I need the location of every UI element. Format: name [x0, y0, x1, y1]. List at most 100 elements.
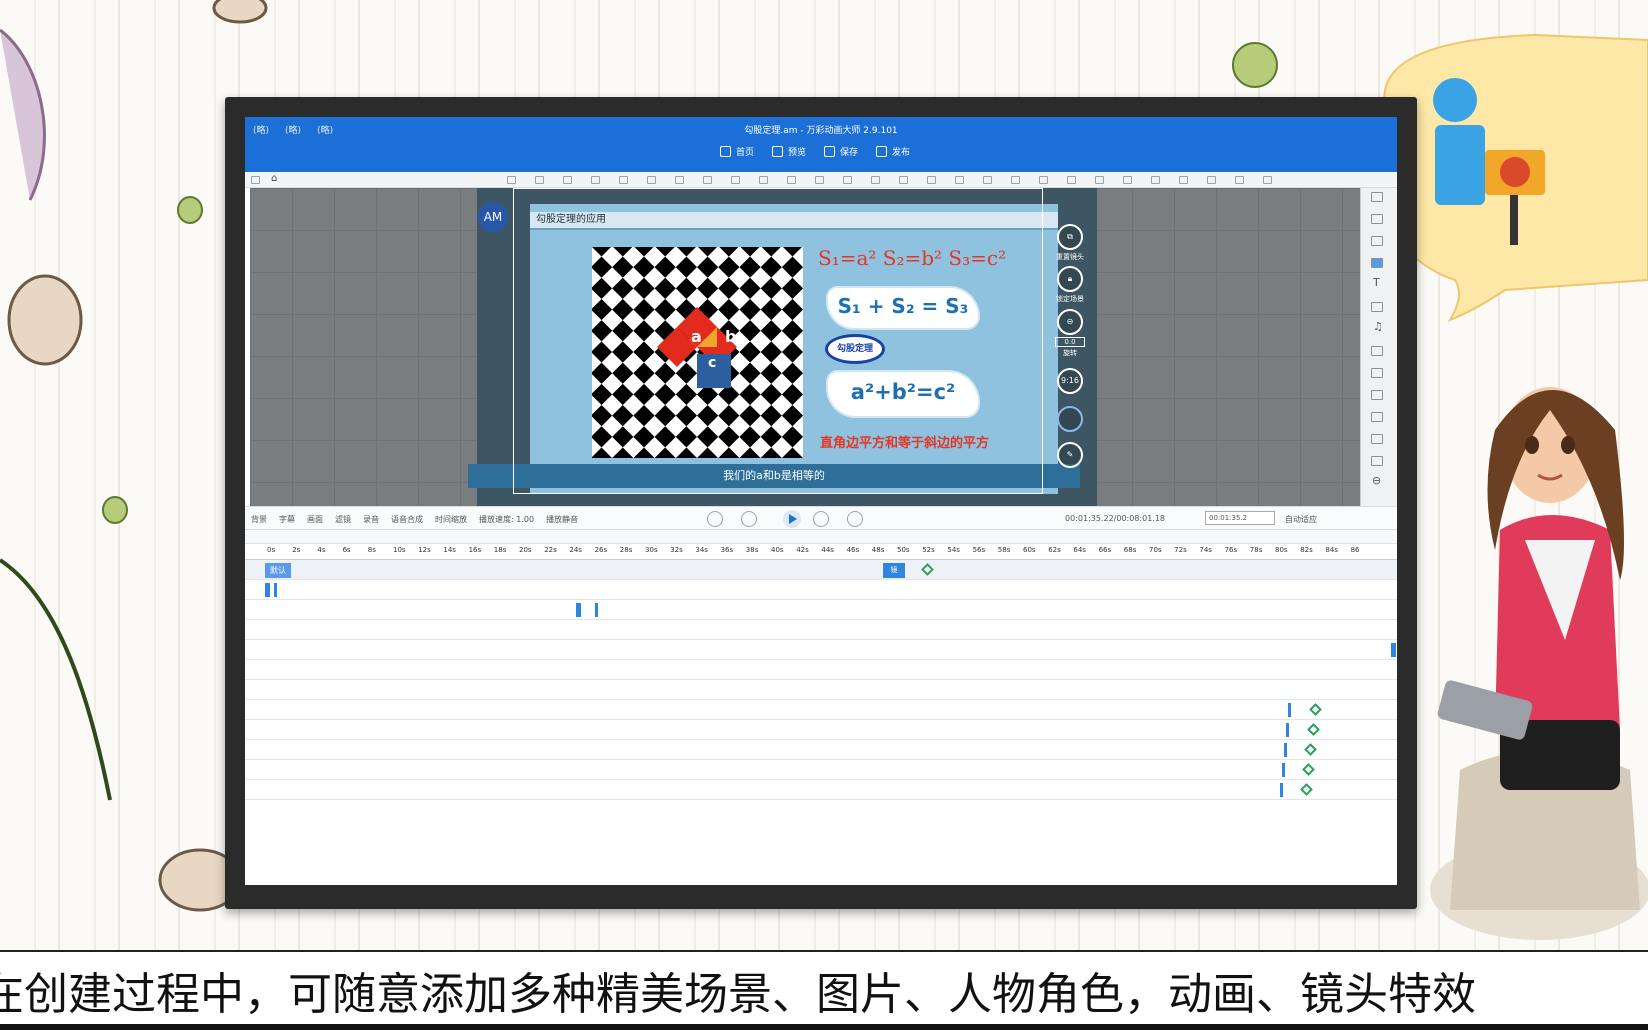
tool-icon[interactable]	[871, 176, 880, 184]
camera-frame[interactable]	[513, 188, 1043, 494]
keyframe-bar[interactable]	[274, 583, 277, 597]
keyframe-diamond[interactable]	[1307, 723, 1320, 736]
keyframe-bar[interactable]	[265, 583, 270, 597]
tool-icon[interactable]	[1011, 176, 1020, 184]
keyframe-diamond[interactable]	[1304, 743, 1317, 756]
picture-icon[interactable]	[1371, 258, 1383, 268]
tool-icon[interactable]	[731, 176, 740, 184]
tool-icon[interactable]	[787, 176, 796, 184]
effects-icon[interactable]	[1371, 368, 1383, 378]
prev-frame-button[interactable]	[741, 511, 757, 527]
tool-icon[interactable]	[591, 176, 600, 184]
track-row[interactable]	[245, 780, 1397, 800]
filter-tool[interactable]: 滤镜	[335, 514, 351, 525]
library-icon[interactable]	[1371, 456, 1383, 466]
canvas-workspace[interactable]: AM 勾股定理的应用 a b c S₁=a² S₂=b² S₃=c² S₁ + …	[250, 188, 1360, 506]
paste-icon[interactable]	[1179, 176, 1188, 184]
rotate-value[interactable]: 0.0	[1055, 337, 1085, 347]
audio-icon[interactable]	[1371, 302, 1383, 312]
tool-icon[interactable]	[1039, 176, 1048, 184]
time-scale-tool[interactable]: 时间缩放	[435, 514, 467, 525]
keyframe-bar[interactable]	[1280, 783, 1283, 797]
lock-icon[interactable]	[1123, 176, 1132, 184]
track-scene[interactable]: 默认 镜	[245, 560, 1397, 580]
home-small-icon[interactable]: ⌂	[271, 173, 277, 184]
frame-tool[interactable]: 画面	[307, 514, 323, 525]
track-row[interactable]	[245, 760, 1397, 780]
shape-icon[interactable]	[1371, 214, 1383, 224]
track-row[interactable]	[245, 740, 1397, 760]
prev-scene-button[interactable]	[707, 511, 723, 527]
track-row[interactable]	[245, 680, 1397, 700]
lock-scene-button[interactable]: 🔒︎	[1057, 266, 1083, 292]
tool-icon[interactable]	[535, 176, 544, 184]
tts-tool[interactable]: 语音合成	[391, 514, 423, 525]
camera-keyframe[interactable]: 镜	[883, 563, 905, 578]
tool-icon[interactable]	[955, 176, 964, 184]
zoom-in-icon[interactable]	[1067, 176, 1076, 184]
default-scene-label[interactable]: 默认	[265, 563, 291, 578]
track-row[interactable]	[245, 700, 1397, 720]
mute-tool[interactable]: 播放静音	[546, 514, 578, 525]
tool-icon[interactable]	[703, 176, 712, 184]
undo-icon[interactable]	[1207, 176, 1216, 184]
next-scene-button[interactable]	[847, 511, 863, 527]
edit-pen-icon[interactable]: ✎	[1057, 442, 1083, 468]
rotate-button[interactable]: ⊖	[1057, 309, 1083, 335]
ratio-alt-button[interactable]	[1057, 406, 1083, 432]
keyframe-diamond[interactable]	[1300, 783, 1313, 796]
tool-icon[interactable]	[843, 176, 852, 184]
timeline-ruler[interactable]: 0s 2s 4s 6s 8s 10s 12s 14s 16s 18s 20s 22s 24s 26s 28s…	[245, 544, 1397, 560]
scene-icon[interactable]	[1371, 192, 1383, 202]
track-row[interactable]	[245, 580, 1397, 600]
keyframe-bar[interactable]	[1288, 703, 1291, 717]
tool-icon[interactable]	[507, 176, 516, 184]
tool-icon[interactable]	[563, 176, 572, 184]
music-icon[interactable]: ♫	[1373, 320, 1383, 333]
tool-icon[interactable]	[983, 176, 992, 184]
minus-icon[interactable]: ⊖	[1372, 474, 1381, 487]
reset-camera-button[interactable]: ⧉	[1057, 224, 1083, 250]
publish-button[interactable]: 发布	[876, 145, 910, 158]
image-icon[interactable]	[1371, 236, 1383, 246]
zoom-out-icon[interactable]	[1095, 176, 1104, 184]
keyframe-bar[interactable]	[1284, 743, 1287, 757]
record-tool[interactable]: 录音	[363, 514, 379, 525]
copy-icon[interactable]	[1151, 176, 1160, 184]
text-icon[interactable]: T	[1373, 276, 1380, 289]
tool-icon[interactable]	[647, 176, 656, 184]
home-button[interactable]: 首页	[720, 145, 754, 158]
keyframe-diamond[interactable]	[1302, 763, 1315, 776]
keyframe-bar[interactable]	[576, 603, 581, 617]
preview-button[interactable]: 预览	[772, 145, 806, 158]
speed-tool[interactable]: 播放速度: 1.00	[479, 514, 534, 525]
panel-toggle-icon[interactable]	[251, 176, 260, 184]
subtitle-tool[interactable]: 字幕	[279, 514, 295, 525]
keyframe-bar[interactable]	[1391, 643, 1396, 657]
keyframe-bar[interactable]	[595, 603, 598, 617]
settings-icon[interactable]	[1263, 176, 1272, 184]
keyframe-diamond[interactable]	[921, 563, 934, 576]
folder-icon[interactable]	[1371, 434, 1383, 444]
media-icon[interactable]	[1371, 390, 1383, 400]
save-button[interactable]: 保存	[824, 145, 858, 158]
next-frame-button[interactable]	[813, 511, 829, 527]
keyframe-bar[interactable]	[1286, 723, 1289, 737]
background-tool[interactable]: 背景	[251, 514, 267, 525]
keyframe-bar[interactable]	[1282, 763, 1285, 777]
timeline-tracks[interactable]: 默认 镜	[245, 560, 1397, 885]
tool-icon[interactable]	[759, 176, 768, 184]
track-row[interactable]	[245, 620, 1397, 640]
tool-icon[interactable]	[927, 176, 936, 184]
track-row[interactable]	[245, 660, 1397, 680]
track-row[interactable]	[245, 600, 1397, 620]
tools-icon[interactable]	[1371, 412, 1383, 422]
play-button[interactable]	[783, 510, 801, 528]
tool-icon[interactable]	[675, 176, 684, 184]
track-row[interactable]	[245, 640, 1397, 660]
tool-icon[interactable]	[815, 176, 824, 184]
ratio-button[interactable]: 9:16	[1057, 368, 1083, 394]
time-input[interactable]: 00:01:35.2	[1205, 511, 1275, 525]
bubble-icon[interactable]	[1371, 346, 1383, 356]
keyframe-diamond[interactable]	[1309, 703, 1322, 716]
